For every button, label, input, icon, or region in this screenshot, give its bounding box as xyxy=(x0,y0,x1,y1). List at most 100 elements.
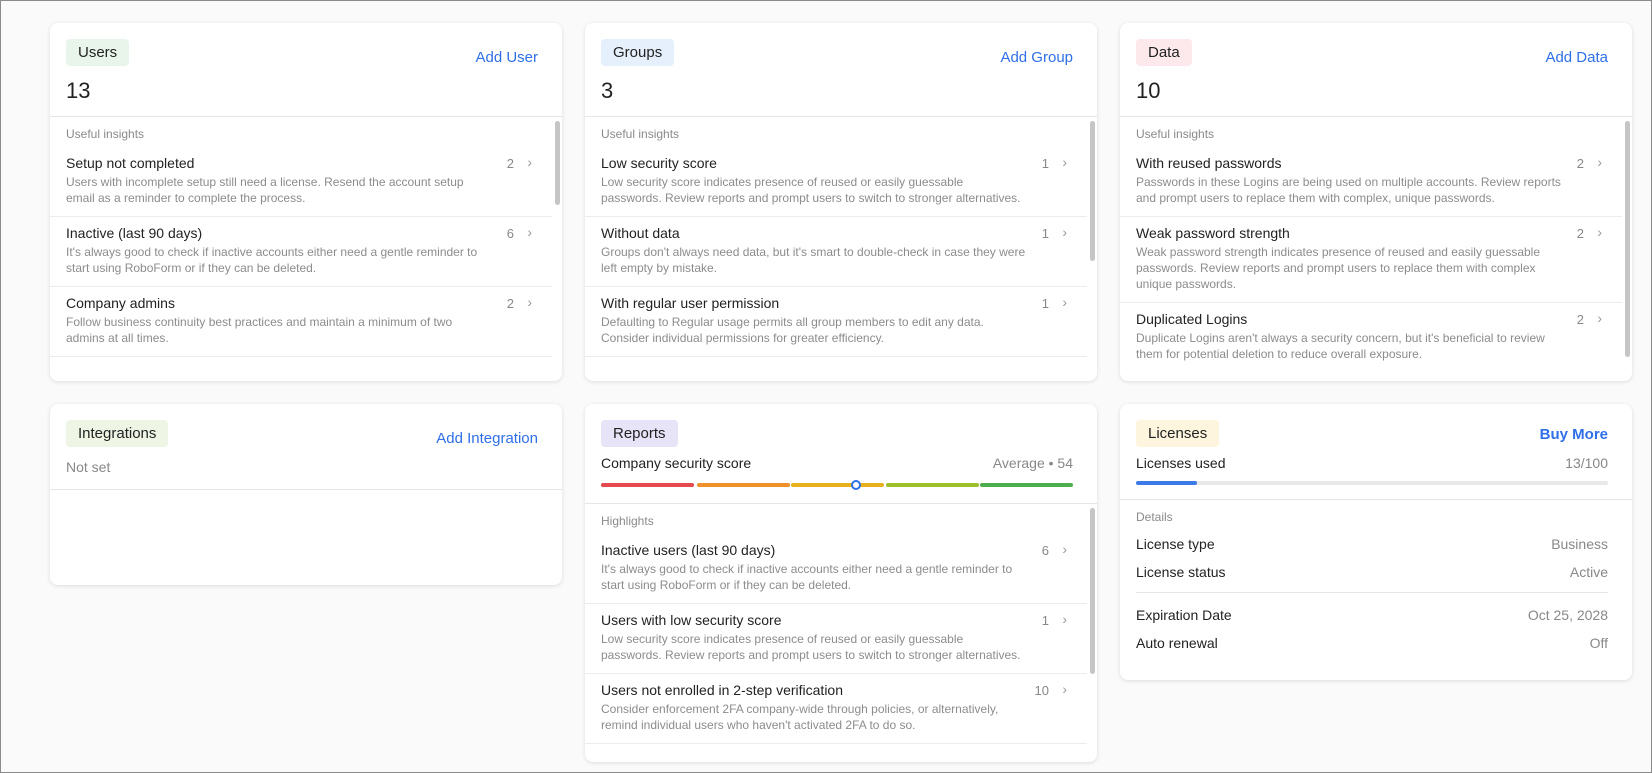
chevron-right-icon: › xyxy=(1597,224,1602,240)
security-score-row: Company security score Average • 54 xyxy=(585,455,1097,471)
chevron-right-icon: › xyxy=(1062,294,1067,310)
auto-renewal-value: Off xyxy=(1589,635,1608,651)
add-user-button[interactable]: Add User xyxy=(475,49,538,66)
licenses-progress-bar xyxy=(1136,481,1608,485)
licenses-progress-fill xyxy=(1136,481,1198,485)
users-tag: Users xyxy=(66,39,130,66)
insight-count: 2 xyxy=(1576,156,1584,171)
insight-desc: Users with incomplete setup still need a… xyxy=(66,175,464,205)
license-status-row: License status Active xyxy=(1120,564,1632,580)
insight-desc: Defaulting to Regular usage permits all … xyxy=(601,315,984,345)
list-item[interactable]: Users with low security score Low securi… xyxy=(585,604,1087,674)
list-item[interactable]: With reused passwords Passwords in these… xyxy=(1120,147,1622,217)
licenses-card: Licenses Buy More Licenses used 13/100 D… xyxy=(1120,404,1632,680)
score-segment-5 xyxy=(980,483,1073,487)
auto-renewal-label: Auto renewal xyxy=(1136,635,1218,651)
insight-desc: Passwords in these Logins are being used… xyxy=(1136,175,1561,205)
insight-title: Duplicated Logins xyxy=(1136,311,1248,327)
list-item[interactable]: Low security score Low security score in… xyxy=(585,147,1087,217)
insight-title: Low security score xyxy=(601,155,717,171)
buy-more-button[interactable]: Buy More xyxy=(1540,426,1608,443)
auto-renewal-row: Auto renewal Off xyxy=(1120,635,1632,651)
chevron-right-icon: › xyxy=(527,154,532,170)
insight-count: 1 xyxy=(1041,296,1049,311)
security-score-label: Company security score xyxy=(601,455,752,471)
list-item[interactable]: Inactive users (last 90 days) It's alway… xyxy=(585,534,1087,604)
insight-count: 2 xyxy=(506,296,514,311)
data-insights-list[interactable]: Useful insights With reused passwords Pa… xyxy=(1120,117,1632,367)
licenses-used-row: Licenses used 13/100 xyxy=(1120,455,1632,471)
score-segment-1 xyxy=(601,483,694,487)
insight-desc: Consider enforcement 2FA company-wide th… xyxy=(601,702,999,732)
list-item[interactable]: Duplicated Logins Duplicate Logins aren'… xyxy=(1120,303,1622,367)
data-tag: Data xyxy=(1136,39,1192,66)
license-type-label: License type xyxy=(1136,536,1215,552)
licenses-used-value: 13/100 xyxy=(1565,455,1608,471)
integrations-card-header: Integrations Add Integration xyxy=(50,404,562,447)
list-item[interactable]: Setup not completed Users with incomplet… xyxy=(50,147,552,217)
users-card: Users Add User 13 Useful insights Setup … xyxy=(50,23,562,381)
security-score-bar xyxy=(601,480,1073,490)
insight-desc: Follow business continuity best practice… xyxy=(66,315,453,345)
data-scrollbar[interactable] xyxy=(1625,121,1630,357)
add-group-button[interactable]: Add Group xyxy=(1000,49,1073,66)
groups-insights-list[interactable]: Useful insights Low security score Low s… xyxy=(585,117,1097,367)
licenses-card-header: Licenses Buy More xyxy=(1120,404,1632,447)
data-card: Data Add Data 10 Useful insights With re… xyxy=(1120,23,1632,381)
reports-scrollbar[interactable] xyxy=(1090,508,1095,674)
insight-title: Setup not completed xyxy=(66,155,195,171)
add-integration-button[interactable]: Add Integration xyxy=(436,430,538,447)
reports-highlights-list[interactable]: Highlights Inactive users (last 90 days)… xyxy=(585,504,1097,762)
license-status-value: Active xyxy=(1569,564,1608,580)
users-insights-list[interactable]: Useful insights Setup not completed User… xyxy=(50,117,562,367)
insight-count: 10 xyxy=(1034,683,1049,698)
insight-count: 2 xyxy=(1576,312,1584,327)
expiration-date-row: Expiration Date Oct 25, 2028 xyxy=(1120,607,1632,623)
chevron-right-icon: › xyxy=(1597,310,1602,326)
reports-highlights-label: Highlights xyxy=(601,514,654,528)
security-score-marker xyxy=(850,480,861,490)
chevron-right-icon: › xyxy=(1597,154,1602,170)
insight-desc: Groups don't always need data, but it's … xyxy=(601,245,1026,275)
insight-count: 1 xyxy=(1041,613,1049,628)
groups-tag: Groups xyxy=(601,39,675,66)
data-insights-label: Useful insights xyxy=(1136,127,1215,141)
insight-title: Users with low security score xyxy=(601,612,782,628)
insight-title: Users not enrolled in 2-step verificatio… xyxy=(601,682,844,698)
licenses-used-label: Licenses used xyxy=(1136,455,1226,471)
list-item[interactable]: Users not enrolled in 2-step verificatio… xyxy=(585,674,1087,744)
expiration-date-value: Oct 25, 2028 xyxy=(1527,607,1608,623)
data-card-header: Data Add Data 10 xyxy=(1120,23,1632,104)
users-card-header: Users Add User 13 xyxy=(50,23,562,104)
reports-card-header: Reports xyxy=(585,404,1097,447)
insight-desc: Low security score indicates presence of… xyxy=(601,175,1021,205)
list-item[interactable]: Without data Groups don't always need da… xyxy=(585,217,1087,287)
insight-title: Inactive users (last 90 days) xyxy=(601,542,776,558)
chevron-right-icon: › xyxy=(1062,681,1067,697)
insight-count: 2 xyxy=(1576,226,1584,241)
chevron-right-icon: › xyxy=(527,294,532,310)
integrations-tag: Integrations xyxy=(66,420,169,447)
score-segment-2 xyxy=(696,483,790,487)
list-item[interactable]: With regular user permission Defaulting … xyxy=(585,287,1087,357)
insight-title: Weak password strength xyxy=(1136,225,1290,241)
add-data-button[interactable]: Add Data xyxy=(1545,49,1608,66)
groups-scrollbar[interactable] xyxy=(1090,121,1095,261)
insight-desc: Low security score indicates presence of… xyxy=(601,632,1021,662)
groups-insights-label: Useful insights xyxy=(601,127,680,141)
chevron-right-icon: › xyxy=(527,224,532,240)
list-item[interactable]: Inactive (last 90 days) It's always good… xyxy=(50,217,552,287)
score-segment-4 xyxy=(885,483,979,487)
chevron-right-icon: › xyxy=(1062,541,1067,557)
insight-count: 1 xyxy=(1041,156,1049,171)
users-scrollbar[interactable] xyxy=(555,121,560,205)
license-type-value: Business xyxy=(1551,536,1608,552)
license-status-label: License status xyxy=(1136,564,1226,580)
insight-desc: It's always good to check if inactive ac… xyxy=(66,245,478,275)
chevron-right-icon: › xyxy=(1062,611,1067,627)
list-item[interactable]: Weak password strength Weak password str… xyxy=(1120,217,1622,303)
users-insights-label: Useful insights xyxy=(66,127,145,141)
groups-card-header: Groups Add Group 3 xyxy=(585,23,1097,104)
insight-count: 1 xyxy=(1041,226,1049,241)
list-item[interactable]: Company admins Follow business continuit… xyxy=(50,287,552,357)
